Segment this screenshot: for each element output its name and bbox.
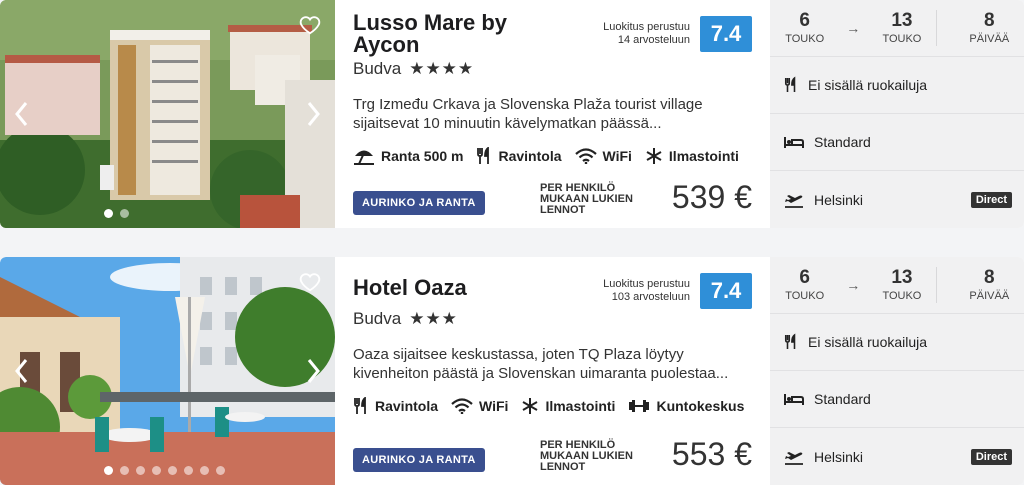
dumbbell-icon: [629, 400, 650, 412]
arrow-right-icon: →: [846, 20, 861, 36]
carousel-dot[interactable]: [104, 466, 113, 475]
rating-label: Luokitus perustuu: [603, 278, 690, 290]
rating-count: 14 arvosteluun: [617, 34, 690, 46]
date-range[interactable]: 6 TOUKO → 13 TOUKO 8 PÄIVÄÄ: [770, 0, 1024, 57]
rating-score: 7.4: [700, 273, 752, 309]
arrow-right-icon: →: [846, 277, 861, 293]
carousel-dot[interactable]: [184, 466, 193, 475]
trip-details: 6 TOUKO → 13 TOUKO 8 PÄIVÄÄ Ei sisällä r…: [770, 0, 1024, 228]
flight-row: Helsinki Direct: [770, 171, 1024, 228]
hotel-description: Trg Između Crkava ja Slovenska Plaža tou…: [353, 96, 703, 132]
hotel-photo[interactable]: [0, 257, 335, 485]
rating-text: Luokitus perustuu 103 arvosteluun: [603, 278, 690, 304]
start-date: 6 TOUKO: [785, 267, 825, 303]
hotel-name[interactable]: Hotel Oaza: [353, 277, 553, 299]
hotel-card[interactable]: Hotel Oaza Budva ★★★ Luokitus perustuu 1…: [0, 257, 1024, 485]
hotel-info: Hotel Oaza Budva ★★★ Luokitus perustuu 1…: [335, 257, 770, 485]
carousel-dot[interactable]: [120, 466, 129, 475]
wifi-icon: [574, 148, 597, 164]
price: 553 €: [671, 436, 752, 472]
start-date: 6 TOUKO: [785, 10, 825, 46]
price: 539 €: [671, 179, 752, 215]
flight-row: Helsinki Direct: [770, 428, 1024, 485]
amenity-item: Ilmastointi: [521, 397, 615, 415]
carousel-dot[interactable]: [216, 466, 225, 475]
carousel-dots[interactable]: [104, 209, 129, 218]
rating-label: Luokitus perustuu: [603, 21, 690, 33]
room-row: Standard: [770, 371, 1024, 428]
snowflake-icon: [646, 148, 662, 164]
category-badge: AURINKO JA RANTA: [353, 191, 485, 215]
amenities-list: Ranta 500 m Ravintola WiFi Ilmastointi: [353, 147, 752, 165]
direct-flight-badge: Direct: [970, 449, 1012, 465]
restaurant-icon: [784, 333, 796, 349]
hotel-photo[interactable]: [0, 0, 335, 228]
review-rating: Luokitus perustuu 103 arvosteluun 7.4: [603, 273, 752, 309]
amenity-item: Ravintola: [476, 147, 562, 165]
hotel-description: Oaza sijaitsee keskustassa, joten TQ Pla…: [353, 346, 729, 382]
favorite-heart-icon[interactable]: [299, 271, 321, 293]
chevron-right-icon[interactable]: [303, 357, 323, 385]
end-date: 13 TOUKO: [882, 267, 922, 303]
plane-departure-icon: [785, 451, 803, 465]
date-range[interactable]: 6 TOUKO → 13 TOUKO 8 PÄIVÄÄ: [770, 257, 1024, 314]
rating-score: 7.4: [700, 16, 752, 52]
meals-row: Ei sisällä ruokailuja: [770, 314, 1024, 371]
hotel-image: [0, 0, 335, 228]
chevron-right-icon[interactable]: [303, 100, 323, 128]
hotel-city: Budva: [353, 309, 402, 328]
star-rating: ★★★★: [409, 59, 475, 78]
rating-text: Luokitus perustuu 14 arvosteluun: [603, 21, 690, 47]
price-label: PER HENKILÖ MUKAAN LUKIEN LENNOT: [540, 182, 633, 216]
review-rating: Luokitus perustuu 14 arvosteluun 7.4: [603, 16, 752, 52]
hotel-info: Lusso Mare by Aycon Budva ★★★★ Luokitus …: [335, 0, 770, 228]
amenities-list: Ravintola WiFi Ilmastointi Kuntokeskus: [353, 397, 752, 415]
restaurant-icon: [354, 397, 366, 414]
amenity-item: WiFi: [574, 148, 632, 164]
bed-icon: [784, 137, 804, 148]
location-row: Budva ★★★: [353, 309, 752, 329]
hotel-card[interactable]: Lusso Mare by Aycon Budva ★★★★ Luokitus …: [0, 0, 1024, 228]
category-badge: AURINKO JA RANTA: [353, 448, 485, 472]
plane-departure-icon: [785, 194, 803, 208]
beach-umbrella-icon: [354, 150, 374, 165]
chevron-left-icon[interactable]: [12, 100, 32, 128]
restaurant-icon: [784, 76, 796, 92]
hotel-name[interactable]: Lusso Mare by Aycon: [353, 12, 553, 56]
amenity-item: WiFi: [451, 398, 508, 414]
price-label: PER HENKILÖ MUKAAN LUKIEN LENNOT: [540, 439, 633, 473]
carousel-dot[interactable]: [136, 466, 145, 475]
trip-length: 8 PÄIVÄÄ: [969, 10, 1010, 46]
carousel-dots[interactable]: [104, 466, 225, 475]
direct-flight-badge: Direct: [970, 192, 1012, 208]
carousel-dot[interactable]: [200, 466, 209, 475]
divider: [936, 267, 937, 303]
room-row: Standard: [770, 114, 1024, 171]
amenity-item: Ranta 500 m: [353, 147, 463, 165]
carousel-dot[interactable]: [120, 209, 129, 218]
carousel-dot[interactable]: [104, 209, 113, 218]
end-date: 13 TOUKO: [882, 10, 922, 46]
amenity-item: Ravintola: [353, 397, 438, 415]
star-rating: ★★★: [409, 309, 458, 328]
restaurant-icon: [477, 147, 490, 164]
wifi-icon: [451, 398, 473, 414]
hotel-city: Budva: [353, 59, 402, 78]
amenity-item: Kuntokeskus: [628, 398, 744, 414]
divider: [936, 10, 937, 46]
carousel-dot[interactable]: [168, 466, 177, 475]
hotel-image: [0, 257, 335, 485]
carousel-dot[interactable]: [152, 466, 161, 475]
snowflake-icon: [522, 398, 538, 414]
rating-count: 103 arvosteluun: [611, 291, 690, 303]
bed-icon: [784, 394, 804, 405]
trip-details: 6 TOUKO → 13 TOUKO 8 PÄIVÄÄ Ei sisällä r…: [770, 257, 1024, 485]
meals-row: Ei sisällä ruokailuja: [770, 57, 1024, 114]
location-row: Budva ★★★★: [353, 59, 752, 79]
trip-length: 8 PÄIVÄÄ: [969, 267, 1010, 303]
chevron-left-icon[interactable]: [12, 357, 32, 385]
favorite-heart-icon[interactable]: [299, 14, 321, 36]
amenity-item: Ilmastointi: [645, 147, 739, 165]
